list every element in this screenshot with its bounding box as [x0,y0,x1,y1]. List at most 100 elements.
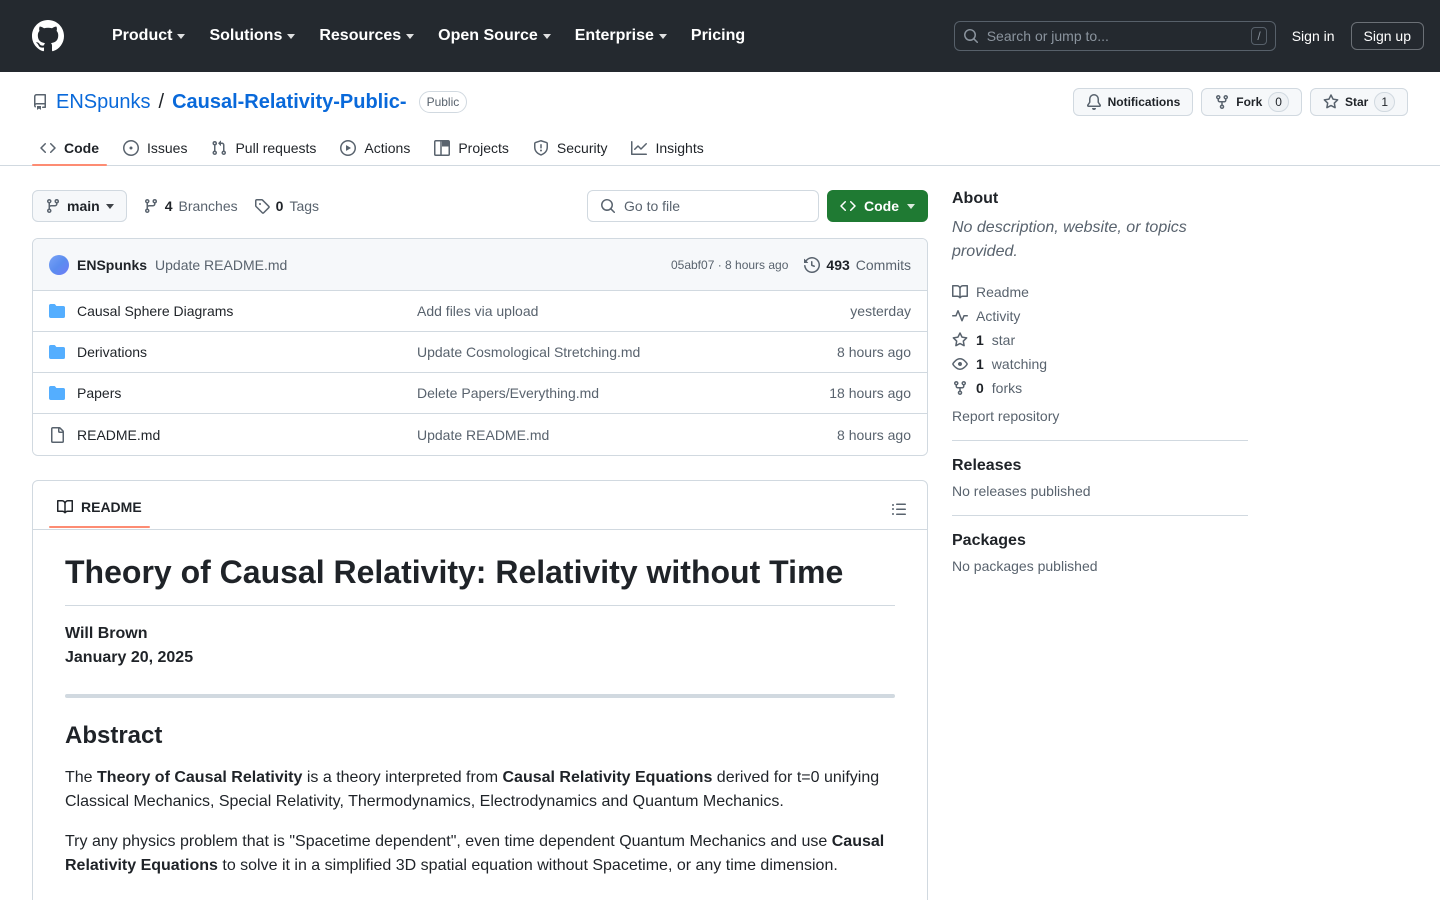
repo-name-link[interactable]: Causal-Relativity-Public- [172,91,407,114]
readme-tab-label: README [81,499,142,515]
sidebar-item-readme[interactable]: Readme [952,280,1248,304]
search-icon [601,199,616,214]
table-row[interactable]: Papers Delete Papers/Everything.md 18 ho… [33,373,927,414]
tab-projects[interactable]: Projects [426,132,517,165]
report-repository-link[interactable]: Report repository [952,400,1248,424]
sidebar-item-activity[interactable]: Activity [952,304,1248,328]
file-name-link[interactable]: Derivations [77,344,417,360]
global-nav-label: Product [112,27,173,44]
chevron-down-icon [542,33,551,39]
commit-message-link[interactable]: Update README.md [155,257,287,273]
file-name-link[interactable]: README.md [77,427,417,443]
sidebar-item-stars[interactable]: 1 star [952,328,1248,352]
paragraph-text: is a theory interpreted from [302,769,503,786]
search-placeholder: Search or jump to... [986,28,1109,44]
star-label: Star [1344,95,1369,109]
issue-opened-icon [123,140,139,156]
repo-separator: / [158,90,165,113]
book-icon [57,499,73,514]
search-input[interactable]: Search or jump to... / [953,21,1276,51]
fork-count: 0 [1268,92,1289,112]
file-timestamp: 8 hours ago [837,426,911,443]
file-name-link[interactable]: Causal Sphere Diagrams [77,303,417,319]
paragraph-text: The [65,769,98,786]
file-commit-message[interactable]: Update Cosmological Stretching.md [417,344,837,360]
tab-insights[interactable]: Insights [623,132,711,165]
readme-title: Theory of Causal Relativity: Relativity … [65,554,895,606]
sign-up-button[interactable]: Sign up [1350,22,1424,50]
table-row[interactable]: Derivations Update Cosmological Stretchi… [33,332,927,373]
tab-issues[interactable]: Issues [115,132,195,165]
readme-header: README [33,481,927,530]
global-nav-item-enterprise[interactable]: Enterprise [563,19,679,53]
notifications-button[interactable]: Notifications [1072,88,1194,116]
global-nav-label: Resources [319,27,402,44]
chevron-down-icon [105,203,114,209]
status-badge: Public [418,91,468,113]
go-to-file-input[interactable]: Go to file [587,190,819,222]
commits-count-value: 493 [826,256,850,273]
tab-security[interactable]: Security [525,132,616,165]
header-right-group: Search or jump to... / Sign in Sign up [953,21,1424,51]
repo-header: ENSpunks / Causal-Relativity-Public- Pub… [0,72,1440,166]
global-nav-label: Enterprise [574,27,654,44]
graph-icon [631,141,648,155]
sign-in-link[interactable]: Sign in [1292,28,1335,44]
tab-pull-requests[interactable]: Pull requests [203,132,324,165]
repo-owner-link[interactable]: ENSpunks [56,91,151,114]
chevron-down-icon [907,203,915,209]
tags-link[interactable]: 0 Tags [254,198,319,214]
tab-readme[interactable]: README [49,491,150,528]
global-nav-item-solutions[interactable]: Solutions [197,19,307,53]
file-commit-message[interactable]: Delete Papers/Everything.md [417,385,829,401]
code-icon [40,142,56,154]
global-nav-item-pricing[interactable]: Pricing [679,19,757,53]
sidebar-item-label: star [991,332,1016,348]
table-row[interactable]: README.md Update README.md 8 hours ago [33,414,927,455]
code-download-button[interactable]: Code [827,190,928,222]
search-shortcut-badge: / [1251,27,1267,45]
avatar [49,254,69,275]
star-button[interactable]: Star 1 [1309,88,1408,116]
table-row[interactable]: Causal Sphere Diagrams Add files via upl… [33,291,927,332]
file-timestamp: 18 hours ago [829,385,911,401]
eye-icon [952,358,968,370]
packages-heading: Packages [952,532,1026,549]
tab-code[interactable]: Code [32,132,107,166]
fork-button[interactable]: Fork 0 [1201,88,1302,116]
tags-count: 0 [275,198,284,214]
page-body: main 4 Branches 0 Tags Go to file Code E… [0,166,1440,900]
main-column: main 4 Branches 0 Tags Go to file Code E… [32,190,928,900]
global-nav-item-product[interactable]: Product [100,19,197,53]
file-name-link[interactable]: Papers [77,385,417,401]
repo-actions: Notifications Fork 0 Star 1 [1072,88,1408,116]
branches-link[interactable]: 4 Branches [143,198,238,214]
sidebar-item-label: Activity [976,308,1021,324]
commit-author-link[interactable]: ENSpunks [77,257,147,273]
commits-count-link[interactable]: 493 Commits [804,257,911,273]
global-nav-label: Pricing [690,27,746,44]
github-mark-icon[interactable] [32,20,64,52]
sidebar-item-label: watching [991,356,1048,372]
global-nav-item-resources[interactable]: Resources [307,19,426,53]
file-toolbar-right: Go to file Code [587,190,928,222]
outline-toggle-button[interactable] [887,497,911,521]
sidebar-item-forks[interactable]: 0 forks [952,376,1248,400]
git-branch-icon [46,199,59,214]
commit-hash-and-time[interactable]: 05abf07 · 8 hours ago [671,258,788,272]
global-nav-item-open-source[interactable]: Open Source [426,19,563,53]
commit-bar-right: 05abf07 · 8 hours ago 493 Commits [671,257,911,273]
code-button-label: Code [864,198,899,214]
bell-icon [1086,94,1101,110]
readme-panel: README Theory of Causal Relativity: Rela… [32,480,928,900]
packages-empty-text: No packages published [952,558,1098,574]
global-nav-label: Solutions [209,27,283,44]
repo-icon [34,94,46,110]
file-commit-message[interactable]: Add files via upload [417,303,850,319]
tab-actions[interactable]: Actions [332,132,418,165]
file-commit-message[interactable]: Update README.md [417,427,837,443]
sidebar-item-watchers[interactable]: 1 watching [952,352,1248,376]
page-title: ENSpunks / Causal-Relativity-Public- Pub… [32,90,468,114]
branch-selector-button[interactable]: main [32,190,127,222]
tab-label: Issues [147,140,188,156]
